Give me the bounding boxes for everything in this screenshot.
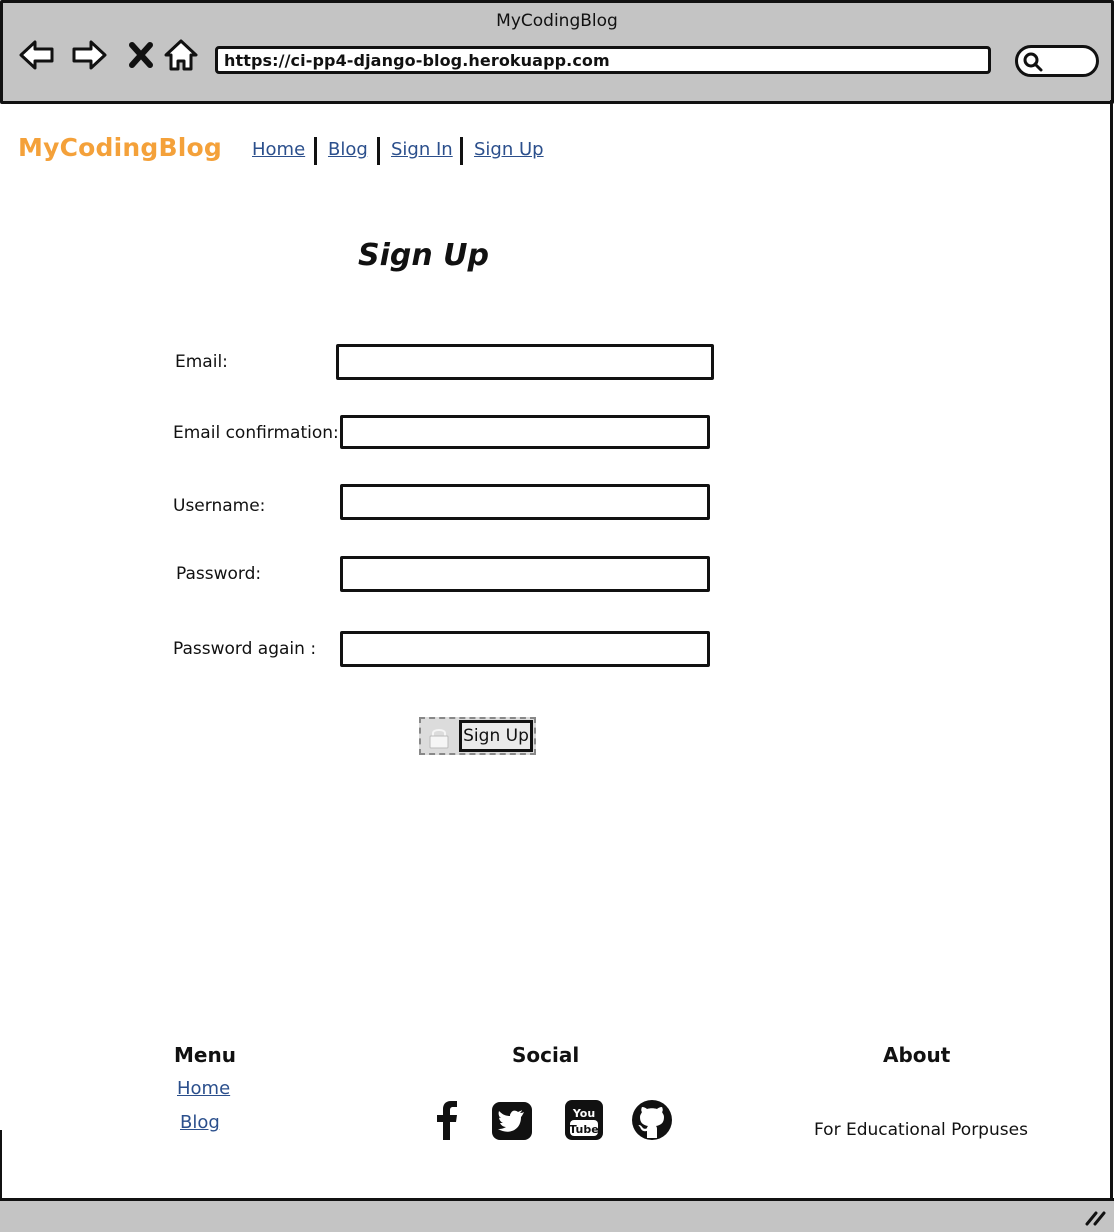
sign-up-button[interactable]: Sign Up <box>459 720 533 752</box>
nav-link-blog[interactable]: Blog <box>328 139 368 160</box>
password-again-field[interactable] <box>340 631 710 667</box>
window-title: MyCodingBlog <box>496 11 618 31</box>
footer-link-blog[interactable]: Blog <box>180 1112 220 1133</box>
svg-text:You: You <box>572 1107 595 1120</box>
username-field[interactable] <box>340 484 710 520</box>
browser-status-bar <box>0 1198 1114 1232</box>
nav-separator <box>314 137 317 165</box>
footer-menu-heading: Menu <box>174 1043 236 1067</box>
browser-toolbar: MyCodingBlog https://ci-pp4-django-blog.… <box>0 0 1114 104</box>
lock-icon <box>429 729 449 749</box>
twitter-icon[interactable] <box>490 1098 534 1142</box>
page-title: Sign Up <box>358 238 490 273</box>
footer-about-heading: About <box>883 1043 951 1067</box>
email-field[interactable] <box>336 344 714 380</box>
footer-social-heading: Social <box>512 1043 580 1067</box>
footer-link-home[interactable]: Home <box>177 1078 230 1099</box>
nav-link-home[interactable]: Home <box>252 139 305 160</box>
nav-link-sign-in[interactable]: Sign In <box>391 139 453 160</box>
email-confirmation-label: Email confirmation: <box>173 423 339 443</box>
back-arrow-icon[interactable] <box>17 35 57 75</box>
forward-arrow-icon[interactable] <box>69 35 109 75</box>
username-label: Username: <box>173 496 266 516</box>
stop-icon[interactable] <box>121 35 161 75</box>
footer-about-text: For Educational Porpuses <box>814 1120 1028 1140</box>
youtube-icon[interactable]: You Tube <box>562 1098 606 1142</box>
github-icon[interactable] <box>630 1098 674 1142</box>
browser-search-box[interactable] <box>1015 45 1099 77</box>
resize-handle-icon[interactable] <box>1084 1208 1106 1226</box>
nav-separator <box>377 137 380 165</box>
svg-text:Tube: Tube <box>569 1123 598 1136</box>
search-icon <box>1023 52 1043 72</box>
site-logo[interactable]: MyCodingBlog <box>18 133 222 162</box>
facebook-icon[interactable] <box>426 1098 470 1142</box>
home-icon[interactable] <box>161 35 201 75</box>
address-bar[interactable]: https://ci-pp4-django-blog.herokuapp.com <box>215 46 991 74</box>
nav-link-sign-up[interactable]: Sign Up <box>474 139 544 160</box>
password-label: Password: <box>176 564 262 584</box>
email-label: Email: <box>175 352 228 372</box>
submit-area: Sign Up <box>419 717 536 755</box>
page-frame-right <box>1110 100 1113 1200</box>
nav-separator <box>460 137 463 165</box>
password-field[interactable] <box>340 556 710 592</box>
page-frame-left <box>0 1130 2 1200</box>
password-again-label: Password again : <box>173 639 317 659</box>
email-confirmation-field[interactable] <box>340 415 710 449</box>
